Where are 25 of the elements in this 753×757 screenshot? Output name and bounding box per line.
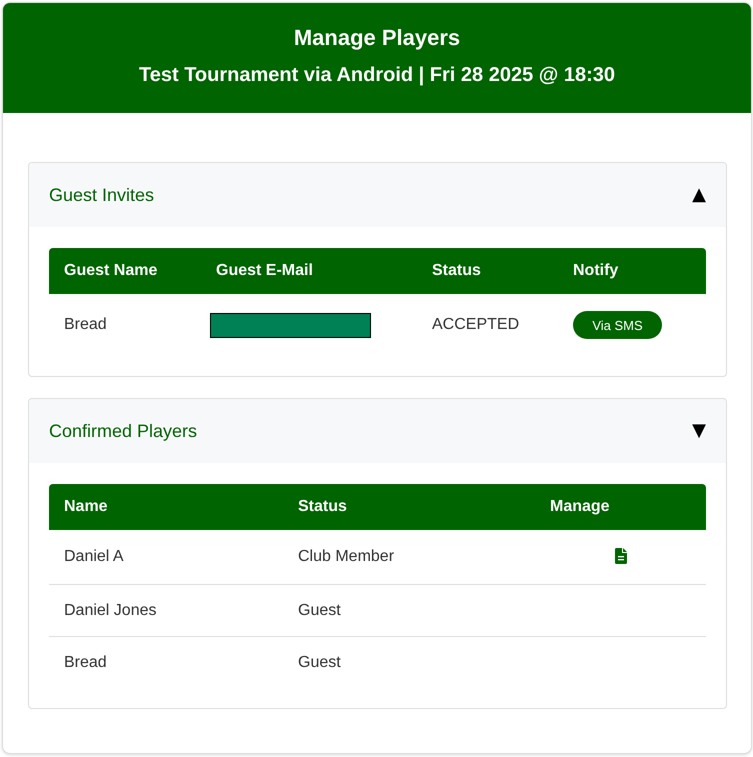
notify-button[interactable]: Via SMS (573, 311, 662, 339)
column-header: Name (63, 498, 108, 516)
panel-title: Guest Invites (49, 184, 154, 206)
page-subtitle: Test Tournament via Android | Fri 28 2025 @ 18:30 (139, 63, 615, 87)
table-cell-text: Guest (297, 652, 341, 672)
page-title: Manage Players (294, 25, 460, 51)
column-header: Status (431, 262, 481, 280)
table-cell-text: Guest (297, 600, 341, 620)
table-cell-text: ACCEPTED (431, 315, 520, 335)
expand-toggle[interactable]: ▼ (692, 421, 706, 441)
column-header: Guest E-Mail (215, 262, 313, 280)
panel-header[interactable]: Guest Invites ▲ (29, 163, 726, 227)
table-cell-text: Bread (63, 652, 107, 672)
table-cell-text: Bread (63, 315, 107, 335)
table-cell-text: Daniel Jones (63, 600, 156, 620)
table-cell-text: Club Member (297, 547, 394, 567)
column-header: Status (297, 498, 347, 516)
column-header: Manage (549, 498, 610, 516)
collapse-toggle[interactable]: ▲ (692, 185, 706, 205)
document-icon[interactable] (614, 548, 626, 564)
table-cell-text: Daniel A (63, 547, 124, 567)
column-header: Notify (572, 262, 618, 280)
panel-title: Confirmed Players (49, 420, 198, 442)
panel-header[interactable]: Confirmed Players ▼ (29, 399, 726, 463)
column-header: Guest Name (63, 262, 158, 280)
